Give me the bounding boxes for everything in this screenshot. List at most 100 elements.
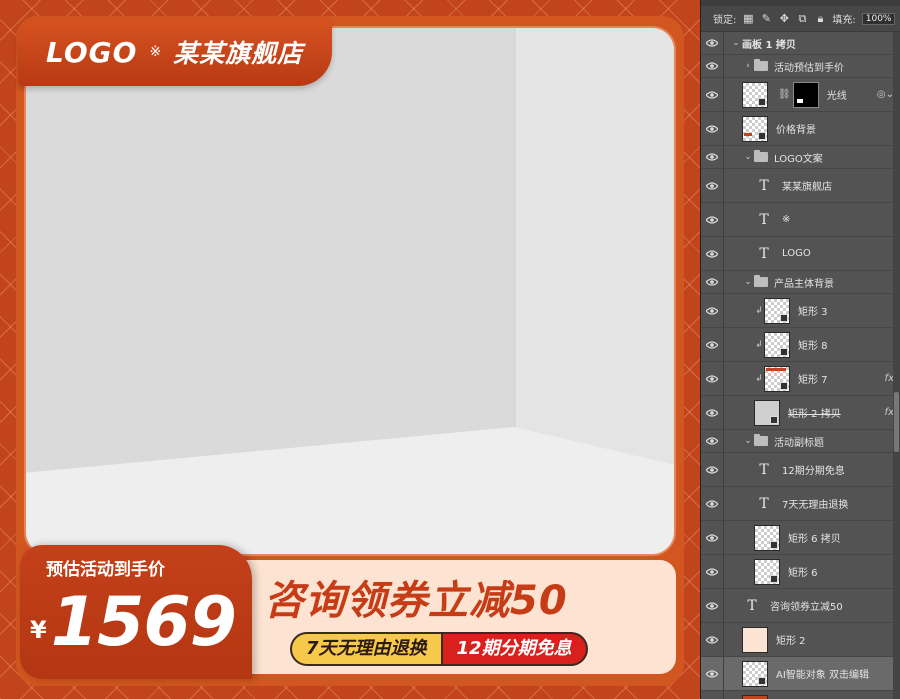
eye-divider bbox=[723, 396, 724, 429]
layer-row[interactable]: › 活动预估到手价 bbox=[701, 55, 900, 78]
text-layer-icon: T bbox=[759, 495, 769, 512]
layer-name: 产品主体背景 bbox=[774, 278, 834, 290]
price-row: ¥ 1569 bbox=[30, 583, 237, 662]
layer-row[interactable]: 矩形 6 拷贝 bbox=[701, 521, 900, 555]
visibility-eye-icon[interactable] bbox=[701, 90, 723, 99]
layer-row[interactable]: ↲ 矩形 8 bbox=[701, 328, 900, 362]
visibility-eye-icon[interactable] bbox=[701, 669, 723, 678]
mask-link-icon[interactable]: ⛓ bbox=[778, 89, 791, 100]
layer-row[interactable]: T 某某旗舰店 bbox=[701, 169, 900, 203]
scrollbar-thumb[interactable] bbox=[894, 392, 899, 452]
installment-badge: 12期分期免息 bbox=[442, 632, 588, 666]
lock-all-icon[interactable]: 🔒︎ bbox=[814, 12, 826, 26]
price-value: 1569 bbox=[50, 583, 237, 662]
layer-row[interactable]: ⌄ LOGO文案 bbox=[701, 146, 900, 169]
layer-row[interactable]: 矩形 2 bbox=[701, 623, 900, 657]
layer-row[interactable]: ↲ 矩形 3 bbox=[701, 294, 900, 328]
visibility-eye-icon[interactable] bbox=[701, 249, 723, 258]
text-layer-icon: T bbox=[759, 461, 769, 478]
layer-name: 矩形 2 bbox=[776, 636, 806, 647]
layer-row[interactable]: T ※ bbox=[701, 203, 900, 237]
layer-name: 画板 1 拷贝 bbox=[742, 39, 796, 51]
layer-row[interactable]: T 7天无理由退换 bbox=[701, 487, 900, 521]
artboard-icon[interactable]: ⧉ bbox=[796, 12, 808, 26]
lock-transparent-icon[interactable]: ▦ bbox=[742, 12, 754, 25]
fill-label: 填充: bbox=[832, 15, 856, 26]
layer-name: 某某旗舰店 bbox=[782, 182, 832, 193]
layer-thumbnail bbox=[742, 694, 768, 699]
eye-divider bbox=[723, 691, 724, 699]
layer-name: LOGO文案 bbox=[774, 153, 823, 165]
layer-thumbnail bbox=[754, 524, 780, 551]
layer-row[interactable]: ⌄ 画板 1 拷贝 bbox=[701, 32, 900, 55]
expand-caret-icon[interactable]: ⌄ bbox=[742, 152, 754, 162]
eye-divider bbox=[723, 32, 724, 54]
price-caption: 预估活动到手价 bbox=[46, 560, 165, 580]
clipping-mask-icon: ↲ bbox=[755, 373, 763, 384]
visibility-eye-icon[interactable] bbox=[701, 465, 723, 474]
expand-caret-icon[interactable]: ⌄ bbox=[742, 277, 754, 287]
text-layer-icon: T bbox=[759, 245, 769, 262]
text-layer-icon: T bbox=[747, 597, 757, 614]
visibility-eye-icon[interactable] bbox=[701, 340, 723, 349]
move-icon[interactable]: ✥ bbox=[778, 12, 790, 25]
visibility-eye-icon[interactable] bbox=[701, 374, 723, 383]
layer-thumbnail bbox=[764, 365, 790, 392]
expand-caret-icon[interactable]: ⌄ bbox=[730, 38, 742, 48]
visibility-eye-icon[interactable] bbox=[701, 124, 723, 133]
expand-caret-icon[interactable]: › bbox=[742, 61, 754, 71]
layer-name: AI智能对象 双击编辑 bbox=[776, 670, 869, 681]
lock-label: 锁定: bbox=[713, 15, 737, 26]
eye-divider bbox=[723, 430, 724, 452]
layer-row[interactable]: 矩形 2 拷贝 fx bbox=[701, 396, 900, 430]
folder-icon bbox=[754, 434, 768, 446]
layer-list: ⌄ 画板 1 拷贝 › 活动预估到手价 ⛓ 光线 ◎⌄ 价格背景 ⌄ LOGO文案 T 某某旗舰店 T ※… bbox=[701, 32, 900, 699]
clipping-mask-icon: ↲ bbox=[755, 305, 763, 316]
visibility-eye-icon[interactable] bbox=[701, 278, 723, 286]
product-display-area bbox=[24, 26, 676, 556]
layer-name: 矩形 2 拷贝 bbox=[788, 409, 841, 420]
layer-row[interactable]: T 咨询领券立减50 bbox=[701, 589, 900, 623]
layer-row[interactable]: AI智能对象 双击编辑 bbox=[701, 657, 900, 691]
expand-caret-icon[interactable]: ⌄ bbox=[742, 436, 754, 446]
layer-row[interactable]: 矩形 6 bbox=[701, 555, 900, 589]
lock-paint-icon[interactable]: ✎ bbox=[760, 12, 772, 25]
visibility-eye-icon[interactable] bbox=[701, 215, 723, 224]
visibility-eye-icon[interactable] bbox=[701, 408, 723, 417]
layer-row[interactable]: T 12期分期免息 bbox=[701, 453, 900, 487]
layer-row[interactable]: 价格背景 bbox=[701, 112, 900, 146]
return-policy-badge: 7天无理由退换 bbox=[290, 632, 443, 666]
promo-badges: 7天无理由退换 12期分期免息 bbox=[290, 632, 588, 666]
visibility-eye-icon[interactable] bbox=[701, 62, 723, 70]
fill-input[interactable]: 100% bbox=[861, 12, 896, 25]
eye-divider bbox=[723, 362, 724, 395]
visibility-eye-icon[interactable] bbox=[701, 153, 723, 161]
visibility-eye-icon[interactable] bbox=[701, 181, 723, 190]
visibility-eye-icon[interactable] bbox=[701, 39, 723, 47]
eye-divider bbox=[723, 328, 724, 361]
visibility-eye-icon[interactable] bbox=[701, 306, 723, 315]
layer-name: 价格背景 bbox=[776, 125, 816, 136]
design-canvas[interactable]: LOGO ※ 某某旗舰店 咨询领券立减50 7天无理由退换 12期分期免息 预估… bbox=[0, 0, 700, 699]
layer-row[interactable]: ⛓ 光线 ◎⌄ bbox=[701, 78, 900, 112]
layer-row[interactable] bbox=[701, 691, 900, 699]
visibility-eye-icon[interactable] bbox=[701, 601, 723, 610]
folder-icon bbox=[754, 59, 768, 71]
smart-filter-icon[interactable]: ◎⌄ bbox=[877, 89, 894, 100]
layer-row[interactable]: ⌄ 产品主体背景 bbox=[701, 271, 900, 294]
visibility-eye-icon[interactable] bbox=[701, 635, 723, 644]
visibility-eye-icon[interactable] bbox=[701, 437, 723, 445]
layer-row[interactable]: T LOGO bbox=[701, 237, 900, 271]
layer-row[interactable]: ↲ 矩形 7 fx bbox=[701, 362, 900, 396]
layer-name: 活动副标题 bbox=[774, 437, 824, 449]
visibility-eye-icon[interactable] bbox=[701, 567, 723, 576]
visibility-eye-icon[interactable] bbox=[701, 499, 723, 508]
layer-mask-thumbnail[interactable] bbox=[792, 81, 819, 108]
eye-divider bbox=[723, 589, 724, 622]
photoshop-workspace: LOGO ※ 某某旗舰店 咨询领券立减50 7天无理由退换 12期分期免息 预估… bbox=[0, 0, 900, 699]
eye-divider bbox=[723, 78, 724, 111]
text-layer-icon: T bbox=[759, 211, 769, 228]
layers-scrollbar[interactable] bbox=[893, 32, 900, 699]
visibility-eye-icon[interactable] bbox=[701, 533, 723, 542]
layer-row[interactable]: ⌄ 活动副标题 bbox=[701, 430, 900, 453]
